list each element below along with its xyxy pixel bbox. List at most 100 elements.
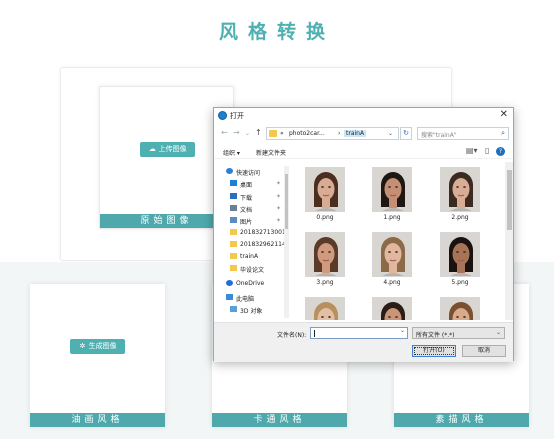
sidebar-item-label: 文档	[240, 207, 253, 214]
folder-icon	[230, 253, 237, 259]
sidebar-item-label: 毕设论文	[240, 267, 265, 274]
file-name: 2.png	[451, 214, 469, 221]
breadcrumb-current[interactable]: trainA	[344, 130, 367, 137]
sidebar-item-5[interactable]: 201832713001	[230, 229, 284, 239]
view-options-icon[interactable]: ▤▾	[466, 146, 478, 155]
pin-icon: ✦	[276, 205, 282, 212]
browser-icon	[218, 111, 227, 120]
search-icon: ⌕	[501, 129, 505, 137]
download-icon	[230, 193, 237, 199]
computer-icon	[226, 294, 233, 300]
breadcrumb-separator: ›	[338, 130, 341, 137]
sidebar-item-4[interactable]: 图片	[230, 217, 252, 227]
forward-arrow-icon[interactable]: →	[233, 128, 240, 137]
portrait-thumbnail	[372, 232, 412, 277]
desktop-icon	[230, 180, 237, 186]
upload-image-button-label: 上传图像	[158, 145, 187, 153]
sidebar-item-label: 图片	[240, 219, 253, 226]
search-placeholder: 搜索"trainA"	[421, 132, 457, 139]
file-name: 0.png	[316, 214, 334, 221]
sidebar-item-0[interactable]: 快速访问	[226, 168, 260, 178]
cancel-button[interactable]: 取消	[462, 345, 506, 357]
recent-dropdown-icon[interactable]: ⌄	[245, 130, 250, 137]
sidebar-item-1[interactable]: 桌面	[230, 180, 252, 190]
sidebar-item-label: trainA	[240, 253, 259, 260]
chevron-down-icon: ⌄	[495, 329, 501, 336]
refresh-icon[interactable]: ↻	[400, 127, 412, 140]
picture-icon	[230, 217, 237, 223]
portrait-thumbnail	[305, 297, 345, 320]
file-item[interactable]: 6.png	[302, 297, 348, 320]
organize-menu[interactable]: 组织 ▾	[223, 148, 240, 157]
breadcrumb-parent[interactable]: photo2car...	[289, 130, 325, 137]
dialog-titlebar[interactable]: 打开 ✕	[214, 108, 513, 123]
dialog-footer: 文件名(N): ⌄ 所有文件 (*.*) ⌄ 打开(O) 取消	[214, 322, 513, 362]
star-icon	[226, 168, 233, 174]
file-item[interactable]: 2.png	[437, 167, 483, 221]
file-list: 0.png 1.png 2.png 3.png 4.png 5.png 6.png 7.png…	[292, 162, 505, 320]
filename-dropdown-icon[interactable]: ⌄	[400, 327, 405, 334]
cloud-icon	[226, 280, 233, 286]
sidebar-item-label: 此电脑	[236, 296, 255, 303]
folder-icon	[269, 130, 277, 137]
help-icon[interactable]: ?	[496, 147, 505, 156]
upload-image-button[interactable]: ☁ 上传图像	[140, 142, 195, 157]
file-open-dialog: 打开 ✕ ← → ⌄ ↑ « photo2car... › trainA ⌄ ↻…	[213, 107, 514, 362]
cloud-upload-icon: ☁	[148, 145, 156, 153]
filetype-select[interactable]: 所有文件 (*.*) ⌄	[412, 327, 505, 339]
search-input[interactable]: 搜索"trainA" ⌕	[417, 127, 509, 140]
file-item[interactable]: 0.png	[302, 167, 348, 221]
new-folder-button[interactable]: 新建文件夹	[256, 148, 286, 157]
file-item[interactable]: 7.png	[369, 297, 415, 320]
sidebar-item-9[interactable]: OneDrive	[226, 280, 264, 290]
sketch-label: 素描风格	[394, 413, 529, 427]
sidebar-item-7[interactable]: trainA	[230, 253, 258, 263]
sidebar-item-label: 桌面	[240, 182, 253, 189]
close-icon[interactable]: ✕	[500, 109, 508, 120]
file-item[interactable]: 4.png	[369, 232, 415, 286]
file-item[interactable]: 1.png	[369, 167, 415, 221]
address-bar[interactable]: « photo2car... › trainA ⌄	[266, 127, 399, 140]
dialog-toolbar: 组织 ▾ 新建文件夹 ▤▾ ▯ ?	[214, 145, 513, 159]
portrait-thumbnail	[440, 297, 480, 320]
sidebar-item-label: 201832713001	[240, 229, 284, 236]
address-prefix: «	[280, 130, 284, 137]
sidebar-item-10[interactable]: 此电脑	[226, 294, 254, 304]
open-button[interactable]: 打开(O)	[412, 345, 456, 357]
pin-icon: ✦	[276, 180, 282, 187]
text-caret	[314, 330, 315, 337]
folder-icon	[230, 265, 237, 271]
up-arrow-icon[interactable]: ↑	[255, 128, 262, 137]
sidebar-item-label: 快速访问	[236, 170, 261, 177]
preview-pane-icon[interactable]: ▯	[485, 146, 489, 155]
sparkle-icon: ✲	[79, 342, 86, 350]
pin-icon: ✦	[276, 193, 282, 200]
file-name: 3.png	[316, 279, 334, 286]
sidebar-item-label: 3D 对象	[240, 308, 263, 315]
document-icon	[230, 205, 237, 211]
sidebar-item-8[interactable]: 毕设论文	[230, 265, 264, 275]
oil-painting-label: 油画风格	[30, 413, 165, 427]
sidebar-scrollbar-thumb[interactable]	[285, 174, 288, 229]
sidebar-item-3[interactable]: 文档	[230, 205, 252, 215]
sidebar-item-label: OneDrive	[236, 280, 265, 287]
portrait-thumbnail	[372, 297, 412, 320]
folder-icon	[230, 241, 237, 247]
file-item[interactable]: 3.png	[302, 232, 348, 286]
dialog-title: 打开	[230, 112, 244, 120]
sidebar-item-11[interactable]: 3D 对象	[230, 306, 262, 316]
filename-input[interactable]	[310, 327, 408, 339]
back-arrow-icon[interactable]: ←	[221, 128, 228, 137]
folder-icon	[230, 229, 237, 235]
file-name: 5.png	[451, 279, 469, 286]
file-item[interactable]: 8.png	[437, 297, 483, 320]
portrait-thumbnail	[440, 232, 480, 277]
sidebar-item-6[interactable]: 2018329621146	[230, 241, 284, 251]
cube-icon	[230, 306, 237, 312]
file-item[interactable]: 5.png	[437, 232, 483, 286]
generate-image-button[interactable]: ✲ 生成图像	[70, 339, 125, 354]
address-dropdown-icon[interactable]: ⌄	[388, 130, 393, 137]
file-list-scrollbar-thumb[interactable]	[507, 170, 512, 230]
filename-label: 文件名(N):	[277, 332, 307, 339]
sidebar-item-2[interactable]: 下载	[230, 193, 252, 203]
